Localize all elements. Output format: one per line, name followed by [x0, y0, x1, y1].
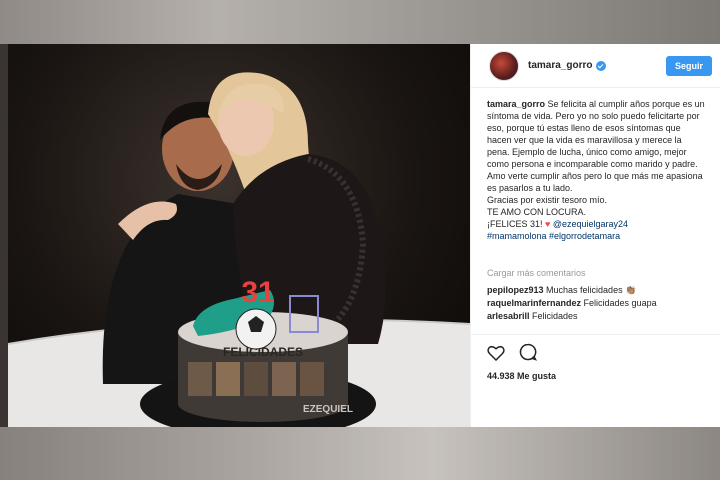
avatar[interactable]	[489, 50, 519, 81]
heart-outline-icon[interactable]	[487, 344, 505, 361]
comments-section: tamara_gorro Se felicita al cumplir años…	[471, 88, 720, 323]
mention-link[interactable]: @ezequielgaray24	[550, 219, 628, 229]
post-caption: tamara_gorro Se felicita al cumplir años…	[487, 98, 706, 260]
instagram-post: FELICIDADES EZEQUIEL 31 tamara_gorro Seg…	[8, 44, 720, 427]
comment-user-link[interactable]: pepilopez913	[487, 285, 544, 295]
caption-text: Se felicita al cumplir años porque es un…	[487, 99, 705, 229]
post-header: tamara_gorro Seguir	[471, 44, 720, 88]
post-actions: 44.938 Me gusta	[471, 334, 720, 381]
load-more-comments-link[interactable]: Cargar más comentarios	[487, 268, 706, 278]
photo-illustration: FELICIDADES EZEQUIEL 31	[8, 72, 470, 427]
comment-user-link[interactable]: arlesabrill	[487, 311, 530, 321]
follow-button[interactable]: Seguir	[665, 55, 712, 76]
comment-item: raquelmarinfernandez Felicidades guapa	[487, 297, 706, 310]
cake-base-text: EZEQUIEL	[303, 404, 353, 415]
background-blur-left	[0, 44, 8, 427]
comment-user-link[interactable]: raquelmarinfernandez	[487, 298, 581, 308]
likes-count[interactable]: 44.938 Me gusta	[487, 371, 705, 381]
comment-item: arlesabrill Felicidades	[487, 310, 706, 323]
comment-text: Muchas felicidades 👏🏽	[543, 285, 637, 295]
verified-badge-icon	[596, 60, 607, 71]
background-blur-bottom	[0, 427, 720, 480]
comment-text: Felicidades guapa	[581, 298, 657, 308]
username-link[interactable]: tamara_gorro	[528, 60, 592, 71]
comment-bubble-icon[interactable]	[519, 343, 537, 361]
caption-author-link[interactable]: tamara_gorro	[487, 99, 545, 109]
hashtag-links[interactable]: #mamamolona #elgorrodetamara	[487, 231, 620, 241]
comment-text: Felicidades	[529, 311, 578, 321]
comment-item: pepilopez913 Muchas felicidades 👏🏽	[487, 284, 706, 297]
post-sidebar: tamara_gorro Seguir tamara_gorro Se feli…	[470, 44, 720, 427]
birthday-candles: 31	[241, 276, 274, 309]
post-photo[interactable]: FELICIDADES EZEQUIEL 31	[8, 44, 470, 427]
background-blur-top	[0, 0, 720, 44]
